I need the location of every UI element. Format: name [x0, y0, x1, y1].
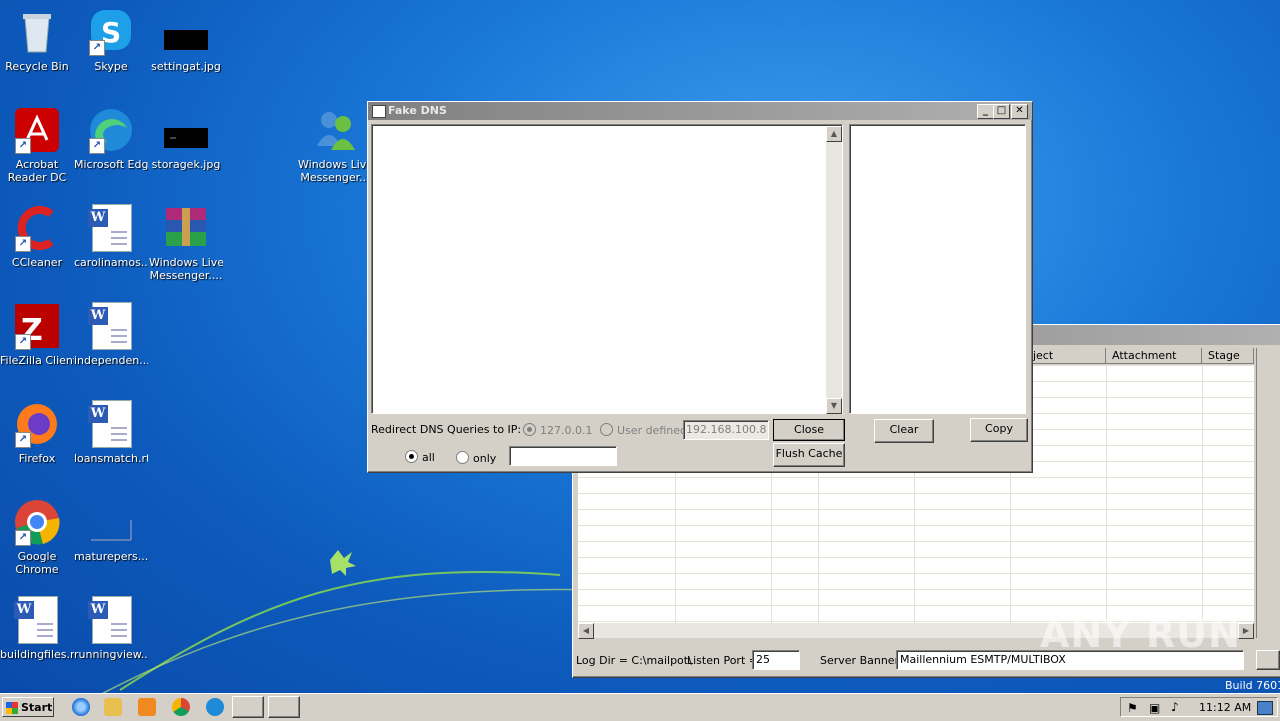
window-app-icon: [372, 105, 386, 118]
server-banner-label: Server Banner: [820, 654, 900, 667]
dns-log-textarea[interactable]: [371, 124, 843, 414]
scroll-up-icon[interactable]: ▲: [826, 126, 842, 142]
flush-cache-button[interactable]: Flush Cache: [773, 443, 845, 467]
word-document-icon: W: [88, 400, 132, 448]
close-button[interactable]: Close: [773, 419, 845, 441]
system-tray: ⚑ ▣ ♪ 11:12 AM: [1120, 697, 1278, 717]
windows-logo-icon: [6, 702, 18, 714]
desktop-icon-ccleaner[interactable]: ↗ CCleaner: [0, 204, 74, 269]
ip-input[interactable]: 192.168.100.8: [683, 420, 769, 440]
anyrun-watermark: ANY RUN: [1040, 612, 1241, 656]
word-document-icon: W: [88, 302, 132, 350]
build-number: Build 7601: [1225, 679, 1280, 692]
dns-cache-list[interactable]: [849, 124, 1026, 414]
log-dir-text: Log Dir = C:\mailpot\: [576, 654, 692, 667]
media-player-icon[interactable]: [138, 698, 156, 716]
window-title: Fake DNS: [388, 104, 447, 117]
maximize-button[interactable]: □: [993, 104, 1010, 119]
desktop-icon-buildingfiles[interactable]: W buildingfiles.rtf: [0, 596, 74, 661]
desktop-icon-maturepers[interactable]: maturepers...: [74, 498, 148, 563]
taskbar-fake-dns-button[interactable]: [232, 696, 264, 718]
only-domain-input[interactable]: [509, 446, 617, 466]
listen-port-label: Listen Port =: [687, 654, 758, 667]
redirect-label: Redirect DNS Queries to IP:: [371, 423, 522, 436]
mailpot-side-button[interactable]: [1256, 650, 1280, 670]
shortcut-arrow-icon: ↗: [15, 530, 31, 546]
desktop-icon-windows-live-messenger[interactable]: Windows Live Messenger...: [298, 106, 372, 184]
desktop-icon-winrar[interactable]: Windows Live Messenger....: [149, 204, 223, 282]
edge-taskbar-icon[interactable]: [206, 698, 224, 716]
desktop-icon-filezilla[interactable]: Z ↗ FileZilla Client: [0, 302, 74, 367]
word-document-icon: W: [88, 596, 132, 644]
column-header-attachment[interactable]: Attachment: [1106, 348, 1202, 364]
desktop-icon-independen[interactable]: W independen...: [74, 302, 148, 367]
word-document-icon: W: [14, 596, 58, 644]
shortcut-arrow-icon: ↗: [89, 138, 105, 154]
desktop-icon-settingat[interactable]: settingat.jpg: [149, 8, 223, 73]
volume-icon[interactable]: ♪: [1171, 700, 1179, 714]
table-column-divider: [1202, 365, 1203, 623]
word-document-icon: W: [88, 204, 132, 252]
listen-port-input[interactable]: 25: [752, 650, 800, 670]
show-desktop-icon[interactable]: [1257, 701, 1273, 715]
close-window-button[interactable]: ✕: [1011, 104, 1028, 119]
scroll-left-icon[interactable]: ◀: [578, 623, 594, 639]
desktop-icon-chrome[interactable]: ↗ Google Chrome: [0, 498, 74, 576]
fake-dns-titlebar[interactable]: Fake DNS _ □ ✕: [368, 102, 1032, 120]
winrar-archive-icon: [166, 208, 206, 246]
column-header-stage[interactable]: Stage: [1202, 348, 1254, 364]
shortcut-arrow-icon: ↗: [15, 138, 31, 154]
start-button[interactable]: Start: [2, 697, 54, 717]
desktop-icon-storagek[interactable]: storagek.jpg: [149, 106, 223, 171]
minimize-button[interactable]: _: [977, 104, 994, 119]
flag-icon[interactable]: ⚑: [1127, 701, 1138, 715]
dns-log-scrollbar[interactable]: ▲ ▼: [826, 126, 842, 414]
shortcut-arrow-icon: ↗: [15, 236, 31, 252]
desktop-icon-loansmatch[interactable]: W loansmatch.rtf: [74, 400, 148, 465]
table-column-divider: [1106, 365, 1107, 623]
shortcut-arrow-icon: ↗: [15, 334, 31, 350]
radio-only[interactable]: only: [456, 451, 496, 465]
scroll-down-icon[interactable]: ▼: [826, 398, 842, 414]
clock[interactable]: 11:12 AM: [1199, 701, 1251, 714]
copy-button[interactable]: Copy: [970, 418, 1028, 442]
ie-icon[interactable]: [72, 698, 90, 716]
desktop-icon-recycle-bin[interactable]: Recycle Bin: [0, 8, 74, 73]
recycle-bin-icon: [23, 14, 51, 53]
clear-button[interactable]: Clear: [874, 419, 934, 443]
desktop-icon-carolinamos[interactable]: W carolinamos...: [74, 204, 148, 269]
radio-user-defined[interactable]: User defined: [600, 423, 687, 437]
desktop-icon-edge[interactable]: ↗ Microsoft Edge: [74, 106, 148, 171]
image-file-icon: [164, 30, 208, 50]
desktop-icon-firefox[interactable]: ↗ Firefox: [0, 400, 74, 465]
network-icon[interactable]: ▣: [1149, 701, 1160, 715]
radio-all[interactable]: all: [405, 450, 435, 464]
radio-indicator: [405, 450, 418, 463]
radio-indicator: [523, 423, 536, 436]
desktop-icon-skype[interactable]: S ↗ Skype: [74, 8, 148, 73]
chrome-taskbar-icon[interactable]: [172, 698, 190, 716]
taskbar: Start ⚑ ▣ ♪ 11:12 AM: [0, 693, 1280, 721]
blank-file-icon: [91, 520, 132, 541]
explorer-folder-icon[interactable]: [104, 698, 122, 716]
desktop-icon-acrobat[interactable]: ↗ Acrobat Reader DC: [0, 106, 74, 184]
radio-localhost[interactable]: 127.0.0.1: [523, 423, 592, 437]
shortcut-arrow-icon: ↗: [89, 40, 105, 56]
image-file-icon: [164, 128, 208, 148]
messenger-icon: [317, 112, 355, 150]
radio-indicator: [456, 451, 469, 464]
mailpot-right-panel: [1256, 348, 1280, 638]
radio-indicator: [600, 423, 613, 436]
taskbar-mailpot-button[interactable]: [268, 696, 300, 718]
desktop-icon-runningview[interactable]: W runningview...: [74, 596, 148, 661]
shortcut-arrow-icon: ↗: [15, 432, 31, 448]
